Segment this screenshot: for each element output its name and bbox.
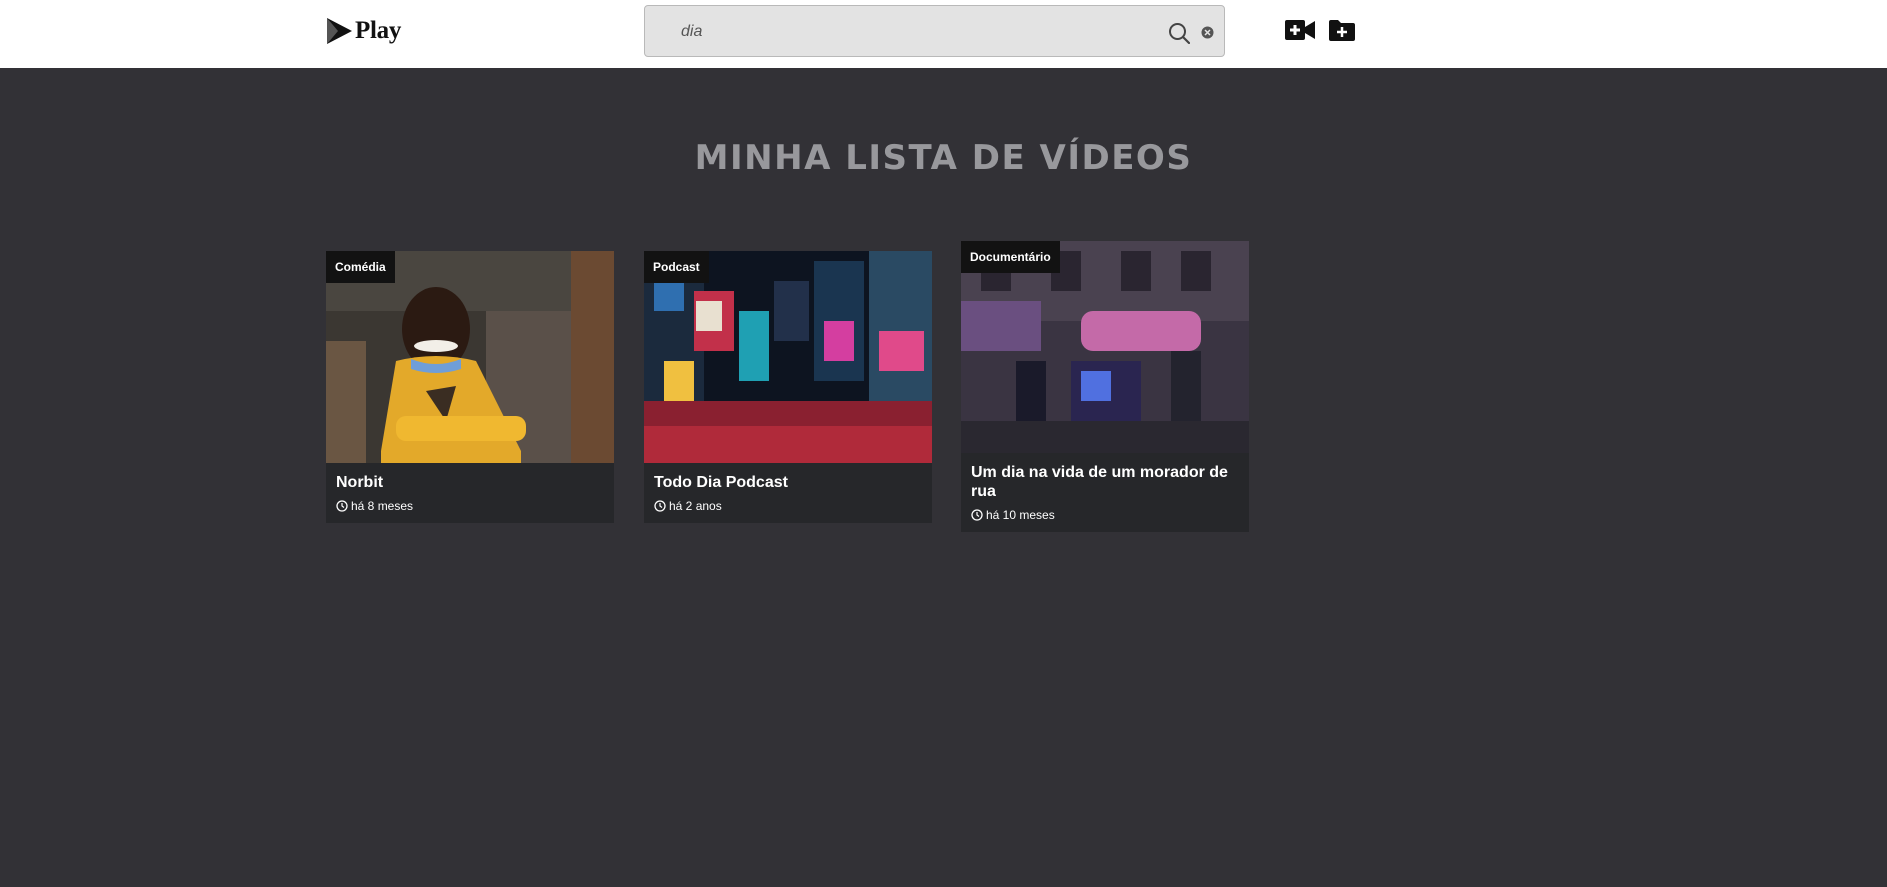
page-title: MINHA LISTA DE VÍDEOS bbox=[694, 138, 1193, 178]
logo-text: Play bbox=[355, 17, 402, 44]
play-triangle-icon bbox=[327, 18, 352, 44]
video-title[interactable]: Norbit bbox=[336, 473, 604, 492]
video-age: há 2 anos bbox=[654, 499, 922, 513]
clear-icon[interactable] bbox=[1201, 26, 1214, 39]
video-card[interactable]: Podcast Todo Dia Podcast há 2 anos bbox=[644, 251, 932, 523]
video-thumbnail[interactable]: Podcast bbox=[644, 251, 932, 463]
video-card[interactable]: Documentário Um dia na vida de um morado… bbox=[961, 241, 1249, 532]
add-folder-icon[interactable] bbox=[1329, 20, 1355, 41]
video-age-text: há 2 anos bbox=[669, 499, 722, 513]
video-age-text: há 8 meses bbox=[351, 499, 414, 513]
search-icon[interactable] bbox=[1168, 22, 1190, 44]
video-thumbnail[interactable]: Documentário bbox=[961, 241, 1249, 453]
video-thumbnail[interactable]: Comédia bbox=[326, 251, 614, 463]
clock-icon bbox=[971, 509, 983, 521]
card-body: Todo Dia Podcast há 2 anos bbox=[644, 463, 932, 523]
logo[interactable]: Play bbox=[326, 16, 401, 46]
category-badge: Comédia bbox=[326, 251, 395, 283]
top-bar: Play bbox=[0, 0, 1887, 68]
video-card[interactable]: Comédia Norbit há 8 meses bbox=[326, 251, 614, 523]
category-badge: Documentário bbox=[961, 241, 1060, 273]
search-bar bbox=[644, 5, 1225, 57]
card-body: Um dia na vida de um morador de rua há 1… bbox=[961, 453, 1249, 532]
video-title[interactable]: Todo Dia Podcast bbox=[654, 473, 922, 492]
video-title[interactable]: Um dia na vida de um morador de rua bbox=[971, 463, 1239, 501]
video-age-text: há 10 meses bbox=[986, 508, 1055, 522]
search-input[interactable] bbox=[681, 18, 1101, 46]
card-body: Norbit há 8 meses bbox=[326, 463, 614, 523]
category-badge: Podcast bbox=[644, 251, 709, 283]
clock-icon bbox=[336, 500, 348, 512]
video-age: há 8 meses bbox=[336, 499, 604, 513]
clock-icon bbox=[654, 500, 666, 512]
add-video-icon[interactable] bbox=[1285, 19, 1315, 41]
video-age: há 10 meses bbox=[971, 508, 1239, 522]
